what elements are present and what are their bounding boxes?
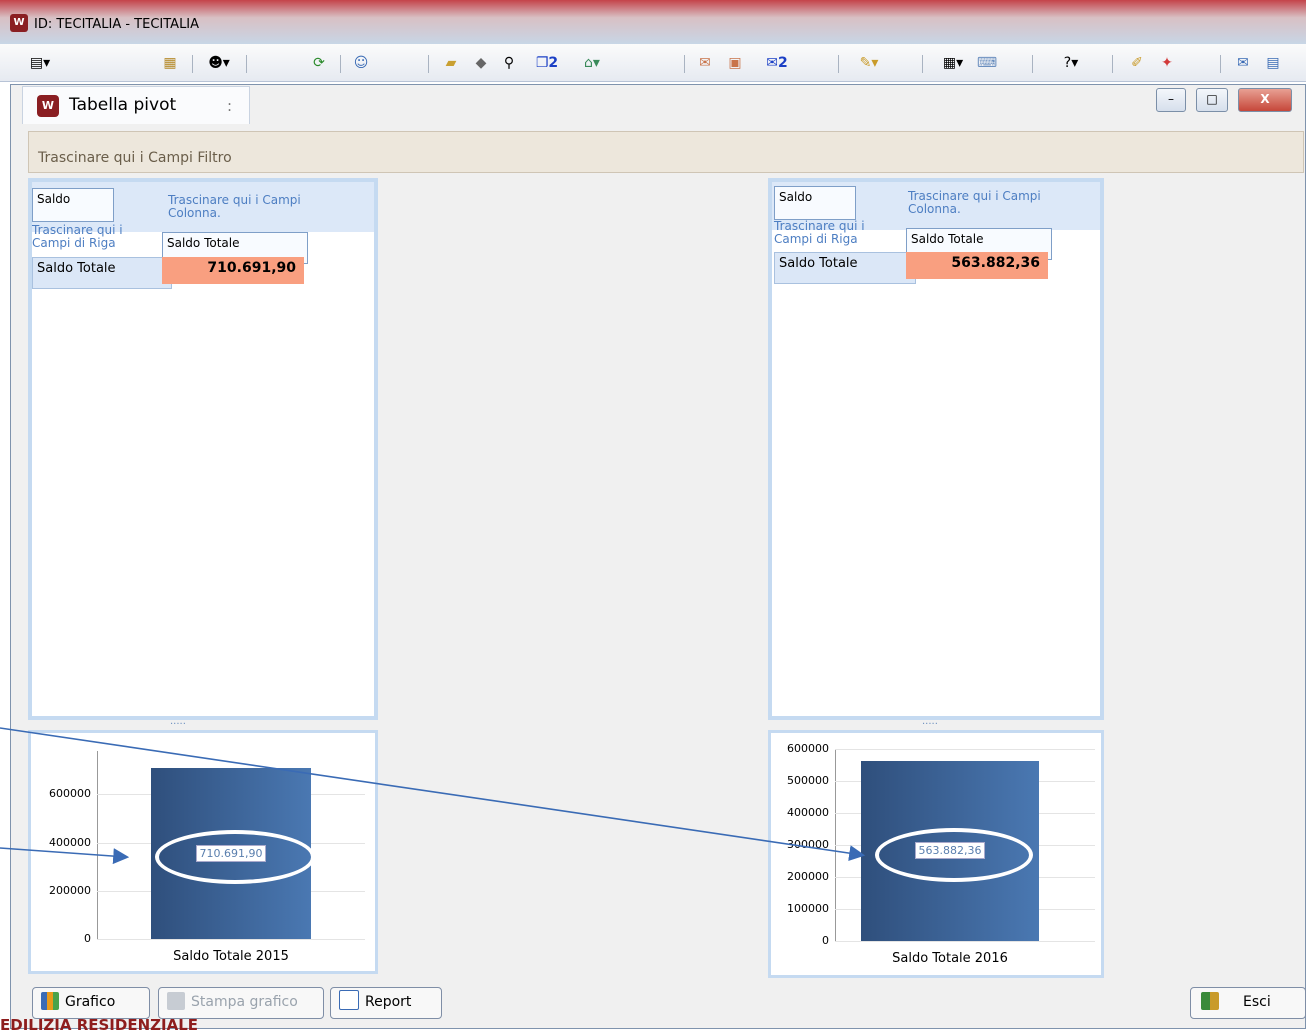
footer-caption: EDILIZIA RESIDENZIALE (0, 1016, 199, 1034)
stampa-grafico-button[interactable]: Stampa grafico (158, 987, 324, 1019)
esci-label: Esci (1243, 994, 1271, 1010)
report-label: Report (365, 994, 412, 1010)
exit-door-icon (1201, 992, 1219, 1010)
grafico-label: Grafico (65, 994, 116, 1010)
report-button[interactable]: Report (330, 987, 442, 1019)
stampa-label: Stampa grafico (191, 994, 298, 1010)
arrow-to-2016-label (0, 727, 866, 862)
annotation-arrows (0, 727, 866, 865)
printer-icon (167, 992, 185, 1010)
bar-chart-icon (41, 992, 59, 1010)
arrow-to-2015-label (0, 847, 130, 865)
exit-button[interactable]: Esci (1190, 987, 1306, 1019)
report-icon (339, 990, 359, 1010)
grafico-button[interactable]: Grafico (32, 987, 150, 1019)
